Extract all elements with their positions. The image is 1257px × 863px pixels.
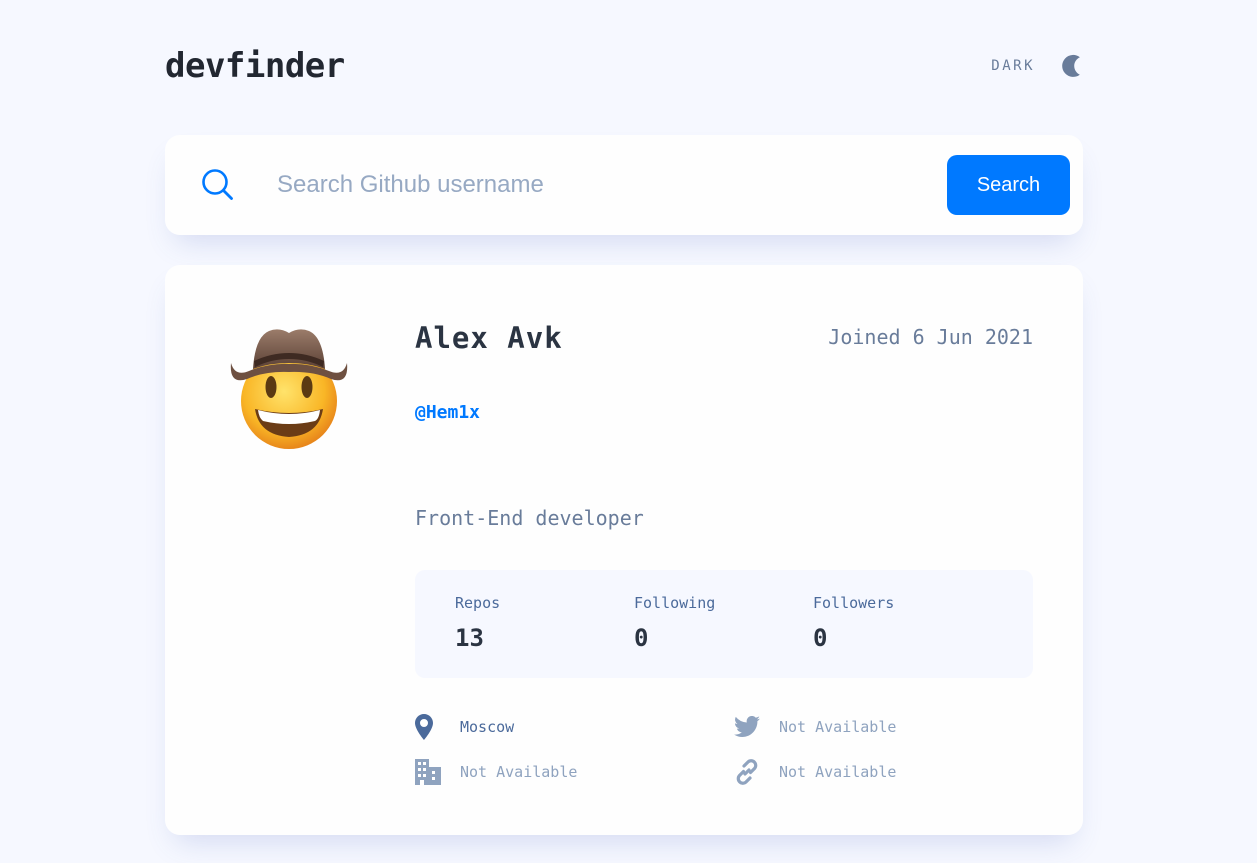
stat-following: Following 0 bbox=[634, 594, 715, 652]
stat-label: Followers bbox=[813, 594, 895, 612]
avatar bbox=[230, 329, 348, 449]
link-chain-icon bbox=[734, 759, 760, 785]
stat-followers: Followers 0 bbox=[813, 594, 894, 652]
joined-date: Joined 6 Jun 2021 bbox=[828, 325, 1033, 349]
location-pin-icon bbox=[415, 714, 441, 740]
twitter-item: Not Available bbox=[734, 713, 896, 741]
blog-text: Not Available bbox=[779, 763, 897, 781]
blog-item: Not Available bbox=[734, 758, 896, 786]
search-bar: Search bbox=[165, 135, 1083, 235]
app-logo: devfinder bbox=[165, 46, 345, 86]
stat-label: Following bbox=[634, 594, 716, 612]
profile-bio: Front-End developer bbox=[415, 506, 644, 530]
location-item: Moscow bbox=[415, 713, 514, 741]
profile-login-link[interactable]: @Hem1x bbox=[415, 402, 480, 423]
stat-repos: Repos 13 bbox=[455, 594, 500, 652]
stat-value: 13 bbox=[455, 624, 484, 652]
company-item: Not Available bbox=[415, 758, 577, 786]
stat-value: 0 bbox=[813, 624, 828, 652]
search-icon bbox=[202, 169, 233, 200]
moon-icon bbox=[1062, 54, 1080, 77]
search-button[interactable]: Search bbox=[947, 155, 1070, 215]
theme-toggle[interactable]: DARK bbox=[991, 50, 1083, 82]
search-input[interactable] bbox=[277, 165, 917, 205]
twitter-text: Not Available bbox=[779, 718, 897, 736]
profile-links: Moscow Not Available Not Available Not A… bbox=[415, 713, 1033, 793]
profile-name: Alex Avk bbox=[415, 321, 563, 355]
stats-panel: Repos 13 Following 0 Followers 0 bbox=[415, 570, 1033, 678]
twitter-icon bbox=[734, 714, 760, 740]
stat-value: 0 bbox=[634, 624, 649, 652]
stat-label: Repos bbox=[455, 594, 501, 612]
company-text: Not Available bbox=[460, 763, 578, 781]
profile-card: Alex Avk Joined 6 Jun 2021 @Hem1x Front-… bbox=[165, 265, 1083, 835]
building-icon bbox=[415, 759, 441, 785]
theme-toggle-label: DARK bbox=[991, 58, 1035, 74]
location-text: Moscow bbox=[460, 718, 515, 736]
header: devfinder DARK bbox=[165, 44, 1083, 88]
